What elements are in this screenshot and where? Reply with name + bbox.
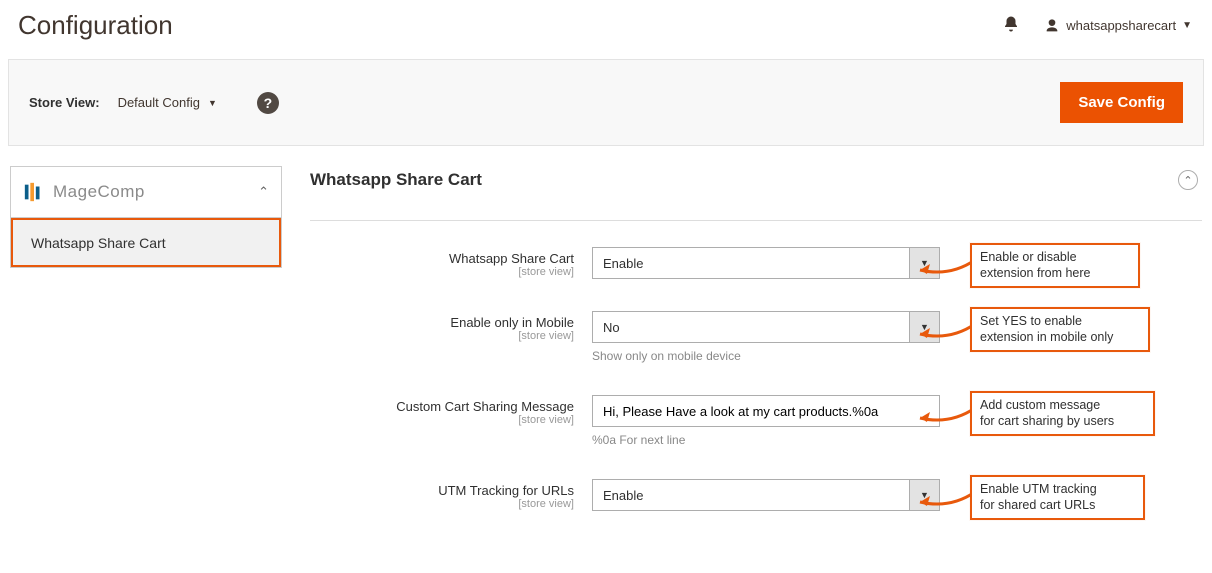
store-view-switcher[interactable]: Default Config ▼ — [118, 95, 217, 110]
callout-mobile: Set YES to enable extension in mobile on… — [970, 307, 1150, 352]
caret-down-icon: ▼ — [1182, 20, 1192, 31]
field-note-mobile: Show only on mobile device — [592, 349, 940, 363]
field-label-message: Custom Cart Sharing Message — [310, 399, 574, 414]
field-label-enable: Whatsapp Share Cart — [310, 251, 574, 266]
notifications-icon[interactable] — [1002, 15, 1020, 36]
caret-down-icon: ▼ — [208, 98, 217, 108]
select-enable[interactable]: Enable ▼ — [592, 247, 940, 279]
dropdown-icon[interactable]: ▼ — [909, 248, 939, 278]
select-mobile-only[interactable]: No ▼ — [592, 311, 940, 343]
user-icon — [1044, 18, 1060, 34]
select-value: Enable — [593, 480, 909, 510]
magecomp-logo-icon — [23, 181, 45, 203]
sidebar-group-label: MageComp — [53, 182, 145, 202]
field-scope: [store view] — [310, 414, 574, 426]
field-note-message: %0a For next line — [592, 433, 940, 447]
callout-utm: Enable UTM tracking for shared cart URLs — [970, 475, 1145, 520]
config-sidebar: MageComp ⌃ Whatsapp Share Cart — [10, 166, 282, 268]
save-config-button[interactable]: Save Config — [1060, 82, 1183, 123]
field-scope: [store view] — [310, 266, 574, 278]
help-icon[interactable]: ? — [257, 92, 279, 114]
field-scope: [store view] — [310, 498, 574, 510]
select-value: Enable — [593, 248, 909, 278]
sidebar-group-magecomp[interactable]: MageComp ⌃ — [11, 167, 281, 218]
select-value: No — [593, 312, 909, 342]
user-menu[interactable]: whatsappsharecart ▼ — [1044, 18, 1192, 34]
store-view-value: Default Config — [118, 95, 200, 110]
input-custom-message[interactable] — [592, 395, 940, 427]
store-view-label: Store View: — [29, 95, 100, 110]
section-collapse-icon[interactable]: ⌃ — [1178, 170, 1198, 190]
page-title: Configuration — [18, 10, 1002, 41]
section-title: Whatsapp Share Cart — [310, 170, 1178, 190]
callout-message: Add custom message for cart sharing by u… — [970, 391, 1155, 436]
field-label-utm: UTM Tracking for URLs — [310, 483, 574, 498]
callout-enable: Enable or disable extension from here — [970, 243, 1140, 288]
chevron-up-icon: ⌃ — [258, 184, 269, 200]
field-scope: [store view] — [310, 330, 574, 342]
select-utm[interactable]: Enable ▼ — [592, 479, 940, 511]
user-name: whatsappsharecart — [1066, 18, 1176, 33]
dropdown-icon[interactable]: ▼ — [909, 480, 939, 510]
sidebar-item-whatsapp-share-cart[interactable]: Whatsapp Share Cart — [11, 218, 281, 267]
field-label-mobile-only: Enable only in Mobile — [310, 315, 574, 330]
dropdown-icon[interactable]: ▼ — [909, 312, 939, 342]
